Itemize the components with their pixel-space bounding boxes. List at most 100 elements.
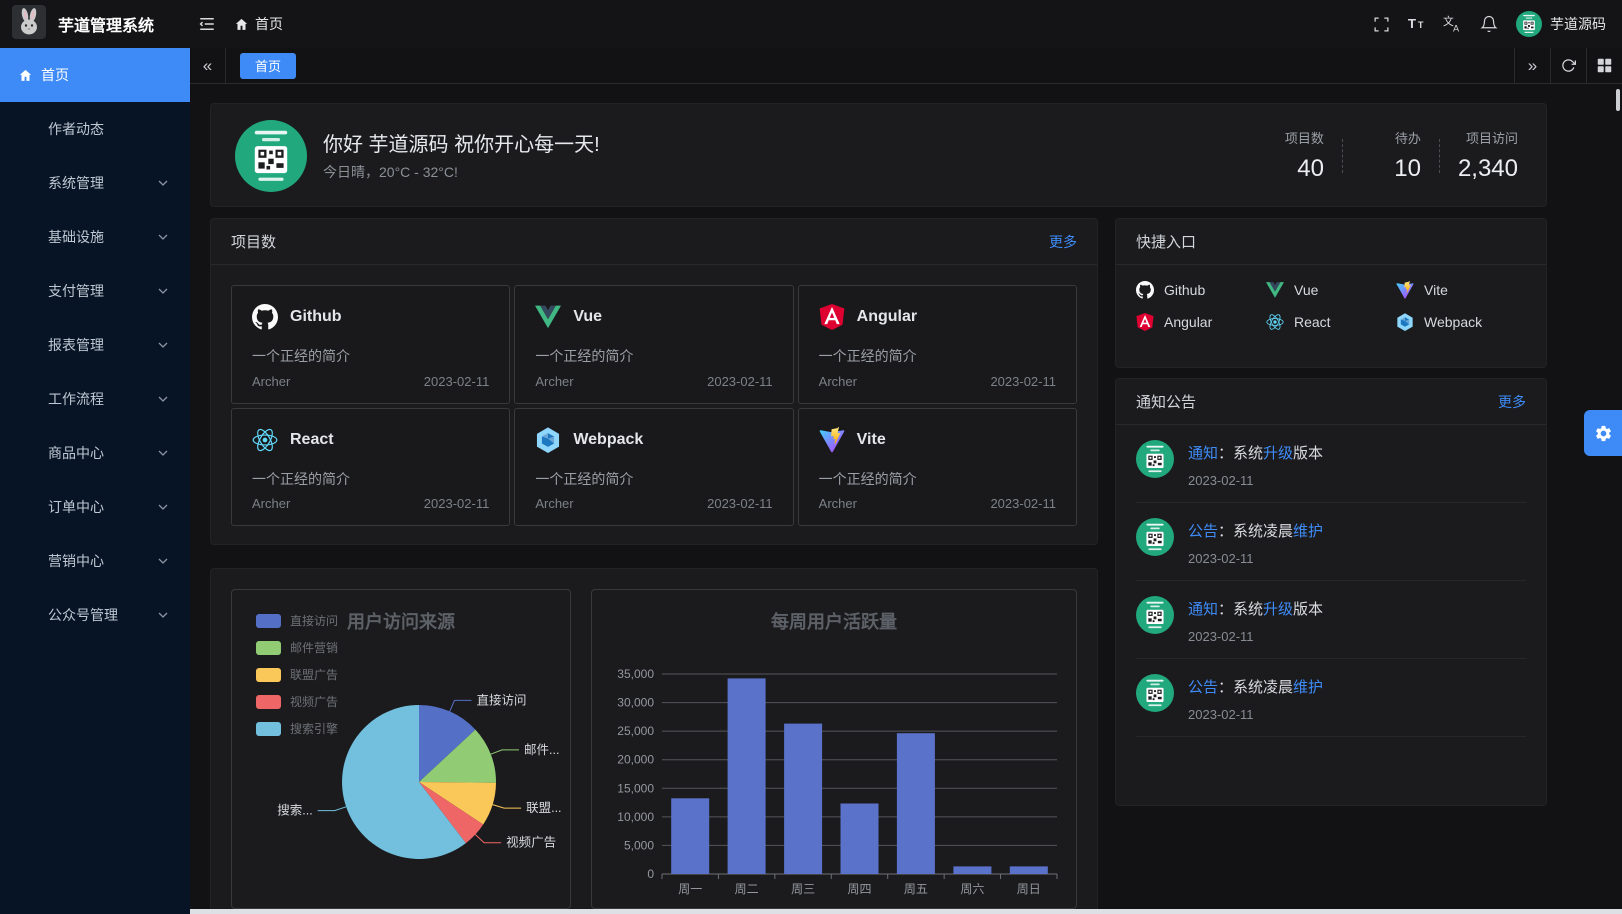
- stat-value: 2,340: [1458, 155, 1518, 183]
- react-icon: [252, 427, 278, 453]
- tab-home[interactable]: 首页: [240, 53, 296, 79]
- shortcut-React[interactable]: React: [1266, 313, 1396, 331]
- shortcut-Webpack[interactable]: Webpack: [1396, 313, 1526, 331]
- notice-item[interactable]: 通知：系统升级版本 2023-02-11: [1136, 425, 1526, 503]
- topbar: 芋道管理系统 首页 TT 文A 芋道源码: [0, 0, 1622, 48]
- collapse-sidebar-icon[interactable]: [190, 7, 224, 41]
- project-date: 2023-02-11: [707, 496, 773, 511]
- project-desc: 一个正经的简介: [819, 346, 1056, 366]
- notices-more-link[interactable]: 更多: [1498, 392, 1526, 412]
- project-card-Github[interactable]: Github 一个正经的简介 Archer 2023-02-11: [231, 285, 510, 404]
- sidebar-item-label: 系统管理: [48, 173, 104, 193]
- qr-avatar: [1136, 596, 1174, 644]
- project-date: 2023-02-11: [707, 374, 773, 389]
- projects-header: 项目数 更多: [211, 219, 1097, 265]
- sidebar-item-支付管理[interactable]: 支付管理: [0, 264, 190, 318]
- chevron-down-icon: [158, 180, 168, 186]
- vue-icon: [535, 304, 561, 330]
- notices-list: 通知：系统升级版本 2023-02-11 公告：系统凌晨维护 2023-02-1…: [1116, 425, 1546, 737]
- refresh-icon[interactable]: [1550, 48, 1586, 84]
- logo-area[interactable]: 芋道管理系统: [0, 5, 190, 44]
- chevron-down-icon: [158, 450, 168, 456]
- bell-icon[interactable]: [1472, 7, 1506, 41]
- sidebar-item-label: 首页: [41, 65, 69, 85]
- stat-项目访问: 项目访问 2,340: [1458, 128, 1518, 183]
- project-card-Angular[interactable]: Angular 一个正经的简介 Archer 2023-02-11: [798, 285, 1077, 404]
- sidebar-item-商品中心[interactable]: 商品中心: [0, 426, 190, 480]
- tabs-scroll-left-icon[interactable]: «: [190, 48, 226, 84]
- layout-grid-icon[interactable]: [1586, 48, 1622, 84]
- notice-title-segment: ：系统: [1218, 445, 1263, 462]
- svg-text:20,000: 20,000: [617, 753, 654, 767]
- font-size-icon[interactable]: TT: [1400, 7, 1434, 41]
- project-card-Vite[interactable]: Vite 一个正经的简介 Archer 2023-02-11: [798, 408, 1077, 527]
- project-card-React[interactable]: React 一个正经的简介 Archer 2023-02-11: [231, 408, 510, 527]
- shortcut-label: Webpack: [1424, 314, 1482, 330]
- sidebar-item-首页[interactable]: 首页: [0, 48, 190, 102]
- chevron-down-icon: [158, 612, 168, 618]
- stat-label: 项目数: [1264, 128, 1324, 147]
- sidebar-item-作者动态[interactable]: 作者动态: [0, 102, 190, 156]
- shortcut-Angular[interactable]: Angular: [1136, 313, 1266, 331]
- project-author: Archer: [535, 496, 573, 511]
- projects-more-link[interactable]: 更多: [1049, 232, 1077, 252]
- sidebar-item-label: 公众号管理: [48, 605, 118, 625]
- notice-item[interactable]: 公告：系统凌晨维护 2023-02-11: [1136, 659, 1526, 737]
- notice-item[interactable]: 通知：系统升级版本 2023-02-11: [1136, 581, 1526, 659]
- svg-text:周六: 周六: [960, 882, 984, 896]
- greeting-stats: 项目数 40待办 10项目访问 2,340: [1264, 128, 1518, 183]
- sidebar-item-公众号管理[interactable]: 公众号管理: [0, 588, 190, 642]
- chevron-down-icon: [158, 234, 168, 240]
- tabs-scroll-right-icon[interactable]: »: [1514, 48, 1550, 84]
- sidebar-item-营销中心[interactable]: 营销中心: [0, 534, 190, 588]
- pie-chart-svg: 直接访问邮件...联盟...视频广告搜索...: [232, 590, 572, 910]
- project-desc: 一个正经的简介: [252, 346, 489, 366]
- scrollbar-thumb[interactable]: [1616, 89, 1620, 111]
- svg-text:周四: 周四: [847, 882, 871, 896]
- shortcut-Vite[interactable]: Vite: [1396, 281, 1526, 299]
- notice-date: 2023-02-11: [1188, 473, 1323, 488]
- notice-item[interactable]: 公告：系统凌晨维护 2023-02-11: [1136, 503, 1526, 581]
- bar-chart-svg: 05,00010,00015,00020,00025,00030,00035,0…: [592, 590, 1077, 910]
- svg-text:0: 0: [647, 867, 654, 881]
- settings-fab[interactable]: [1584, 410, 1622, 456]
- fullscreen-icon[interactable]: [1364, 7, 1398, 41]
- react-icon: [1266, 313, 1284, 331]
- sidebar-item-基础设施[interactable]: 基础设施: [0, 210, 190, 264]
- svg-text:周三: 周三: [791, 882, 815, 896]
- greeting-subtitle: 今日晴，20°C - 32°C!: [323, 162, 458, 182]
- tab-label: 首页: [255, 56, 281, 75]
- shortcut-label: Angular: [1164, 314, 1212, 330]
- breadcrumb[interactable]: 首页: [234, 14, 283, 34]
- project-name: Vue: [573, 308, 602, 326]
- user-menu[interactable]: 芋道源码: [1516, 11, 1606, 37]
- sidebar-item-订单中心[interactable]: 订单中心: [0, 480, 190, 534]
- chevron-down-icon: [158, 288, 168, 294]
- project-card-Webpack[interactable]: Webpack 一个正经的简介 Archer 2023-02-11: [514, 408, 793, 527]
- shortcut-Vue[interactable]: Vue: [1266, 281, 1396, 299]
- stat-label: 项目访问: [1458, 128, 1518, 147]
- notice-title-segment: 版本: [1293, 601, 1323, 618]
- sidebar-item-工作流程[interactable]: 工作流程: [0, 372, 190, 426]
- chevron-down-icon: [158, 342, 168, 348]
- sidebar-item-label: 基础设施: [48, 227, 104, 247]
- shortcut-Github[interactable]: Github: [1136, 281, 1266, 299]
- greeting-title: 你好 芋道源码 祝你开心每一天!: [323, 128, 600, 157]
- angular-icon: [819, 304, 845, 330]
- language-icon[interactable]: 文A: [1436, 7, 1470, 41]
- notice-body: 公告：系统凌晨维护 2023-02-11: [1188, 518, 1323, 566]
- notice-title: 通知：系统升级版本: [1188, 442, 1323, 463]
- notice-title-segment: 维护: [1293, 679, 1323, 696]
- logo-rabbit-avatar: [12, 5, 46, 44]
- greeting-card: 你好 芋道源码 祝你开心每一天! 今日晴，20°C - 32°C! 项目数 40…: [210, 103, 1547, 207]
- shortcuts-card: 快捷入口 Github Vue Vite Angular React Webpa…: [1115, 218, 1547, 368]
- sidebar-item-label: 商品中心: [48, 443, 104, 463]
- username: 芋道源码: [1550, 14, 1606, 34]
- project-card-Vue[interactable]: Vue 一个正经的简介 Archer 2023-02-11: [514, 285, 793, 404]
- notices-card: 通知公告 更多 通知：系统升级版本 2023-02-11 公告：系统凌晨维护 2…: [1115, 378, 1547, 806]
- project-name: Vite: [857, 431, 886, 449]
- sidebar-item-系统管理[interactable]: 系统管理: [0, 156, 190, 210]
- sidebar-item-报表管理[interactable]: 报表管理: [0, 318, 190, 372]
- notice-title-segment: 版本: [1293, 445, 1323, 462]
- vite-icon: [819, 427, 845, 453]
